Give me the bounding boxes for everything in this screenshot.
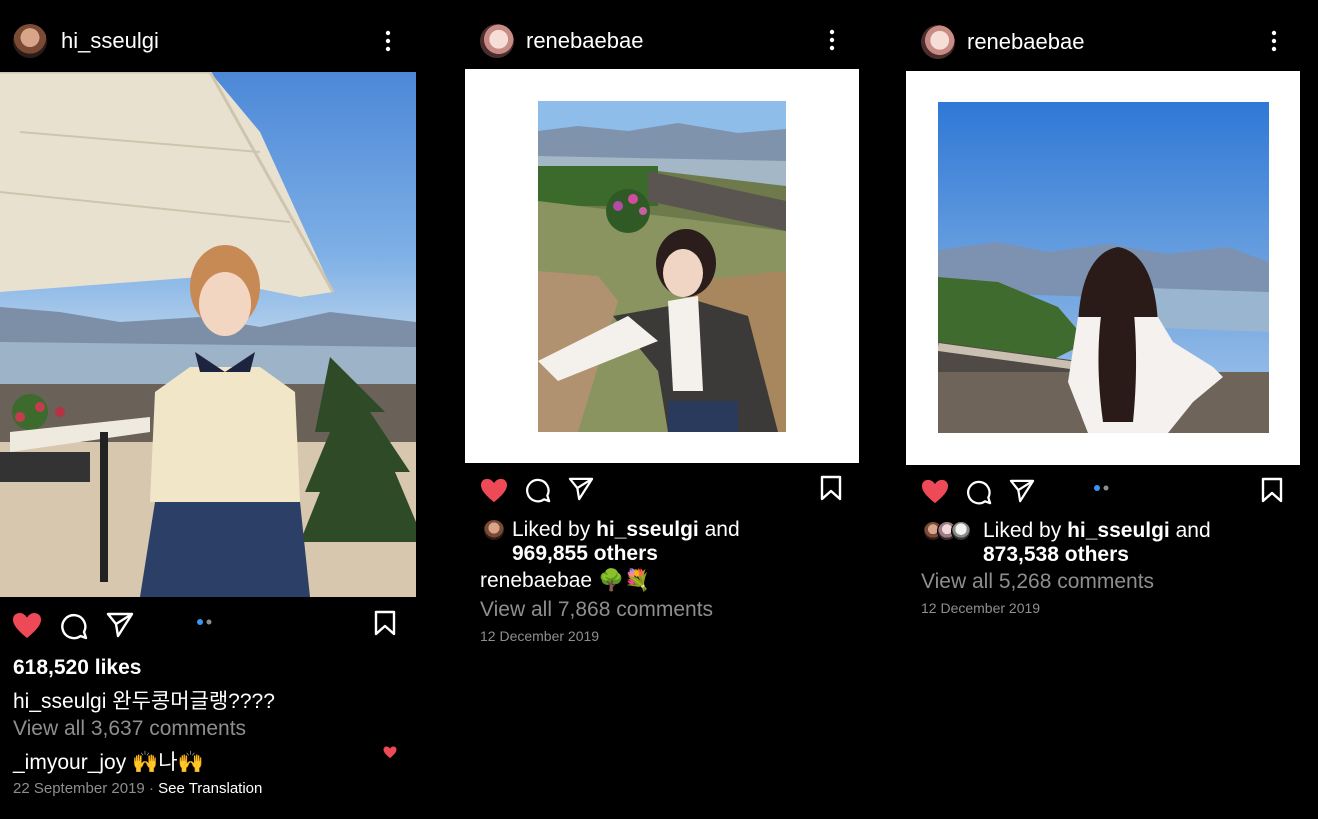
bouquet-emoji: 💐 bbox=[624, 569, 651, 592]
more-options-icon[interactable] bbox=[828, 29, 836, 51]
post-date: 12 December 2019 bbox=[921, 600, 1041, 616]
avatar[interactable] bbox=[480, 24, 514, 58]
bookmark-icon[interactable] bbox=[820, 475, 842, 501]
bookmark-icon[interactable] bbox=[1261, 477, 1283, 503]
more-options-icon[interactable] bbox=[1270, 30, 1278, 52]
likes-count[interactable]: 618,520 likes bbox=[13, 656, 141, 680]
meta-separator: · bbox=[148, 780, 154, 797]
comment-icon[interactable] bbox=[966, 479, 992, 505]
avatar[interactable] bbox=[13, 24, 47, 58]
post-2: renebaebae Liked by hi_sseulgi and 969,8… bbox=[465, 0, 859, 819]
comment-username[interactable]: _imyour_joy bbox=[13, 751, 126, 774]
liker-avatars[interactable] bbox=[923, 521, 975, 543]
bookmark-icon[interactable] bbox=[374, 610, 396, 636]
comment-icon[interactable] bbox=[525, 477, 551, 503]
comment-like-heart-icon[interactable] bbox=[383, 746, 397, 759]
post-date: 22 September 2019 bbox=[13, 780, 145, 797]
post-date: 12 December 2019 bbox=[480, 628, 600, 644]
post-meta: 22 September 2019 · See Translation bbox=[13, 780, 262, 797]
post-photo[interactable] bbox=[465, 69, 859, 463]
top-comment: _imyour_joy 🙌나🙌 bbox=[13, 746, 204, 776]
post-header: renebaebae bbox=[906, 7, 1300, 77]
liked-by-and: and bbox=[704, 518, 740, 541]
liked-by-others[interactable]: 873,538 others bbox=[983, 543, 1129, 566]
heart-icon[interactable] bbox=[921, 479, 949, 505]
share-icon[interactable] bbox=[106, 612, 134, 638]
carousel-indicator bbox=[1094, 485, 1109, 491]
tree-emoji: 🌳 bbox=[597, 569, 625, 592]
comment-icon[interactable] bbox=[60, 612, 88, 640]
liked-by-prefix: Liked by bbox=[983, 519, 1062, 542]
post-header: renebaebae bbox=[465, 6, 859, 76]
post-photo[interactable] bbox=[0, 72, 416, 597]
liked-by-username[interactable]: hi_sseulgi bbox=[1067, 519, 1170, 542]
carousel-indicator bbox=[197, 619, 212, 625]
liked-by: Liked by hi_sseulgi and 873,538 others bbox=[983, 519, 1211, 567]
avatar[interactable] bbox=[921, 25, 955, 59]
caption: hi_sseulgi 완두콩머글랭???? bbox=[13, 685, 275, 715]
caption: renebaebae 🌳💐 bbox=[480, 569, 650, 593]
heart-icon[interactable] bbox=[480, 478, 508, 504]
heart-icon[interactable] bbox=[12, 612, 42, 640]
photo-scene bbox=[0, 72, 416, 597]
photo-scene bbox=[938, 102, 1269, 433]
view-comments-link[interactable]: View all 5,268 comments bbox=[921, 570, 1154, 594]
liked-by-and: and bbox=[1175, 519, 1211, 542]
liked-by-username[interactable]: hi_sseulgi bbox=[596, 518, 699, 541]
post-username[interactable]: renebaebae bbox=[967, 29, 1084, 55]
post-username[interactable]: renebaebae bbox=[526, 28, 643, 54]
post-header: hi_sseulgi bbox=[0, 6, 416, 76]
raised-hands-emoji: 🙌 bbox=[177, 751, 204, 774]
liked-by: Liked by hi_sseulgi and 969,855 others bbox=[512, 518, 740, 566]
post-username[interactable]: hi_sseulgi bbox=[61, 28, 159, 54]
view-comments-link[interactable]: View all 7,868 comments bbox=[480, 598, 713, 622]
share-icon[interactable] bbox=[1009, 479, 1035, 503]
liker-avatar[interactable] bbox=[484, 520, 504, 540]
liked-by-prefix: Liked by bbox=[512, 518, 591, 541]
caption-text: 완두콩머글랭???? bbox=[112, 690, 275, 713]
raised-hands-emoji: 🙌 bbox=[132, 751, 159, 774]
comment-text: 나 bbox=[158, 751, 178, 774]
liker-avatar bbox=[951, 521, 971, 541]
see-translation-link[interactable]: See Translation bbox=[158, 780, 262, 797]
caption-username[interactable]: renebaebae bbox=[480, 569, 592, 592]
more-options-icon[interactable] bbox=[384, 30, 392, 52]
photo-scene bbox=[538, 101, 786, 432]
post-photo[interactable] bbox=[906, 71, 1300, 465]
view-comments-link[interactable]: View all 3,637 comments bbox=[13, 717, 246, 741]
post-3: renebaebae Liked by hi_sseulgi and 873,5… bbox=[906, 0, 1300, 819]
share-icon[interactable] bbox=[568, 477, 594, 501]
post-1: hi_sseulgi 618,520 likes hi_sseulgi 완두콩머… bbox=[0, 0, 416, 819]
liked-by-others[interactable]: 969,855 others bbox=[512, 542, 658, 565]
caption-username[interactable]: hi_sseulgi bbox=[13, 690, 106, 713]
